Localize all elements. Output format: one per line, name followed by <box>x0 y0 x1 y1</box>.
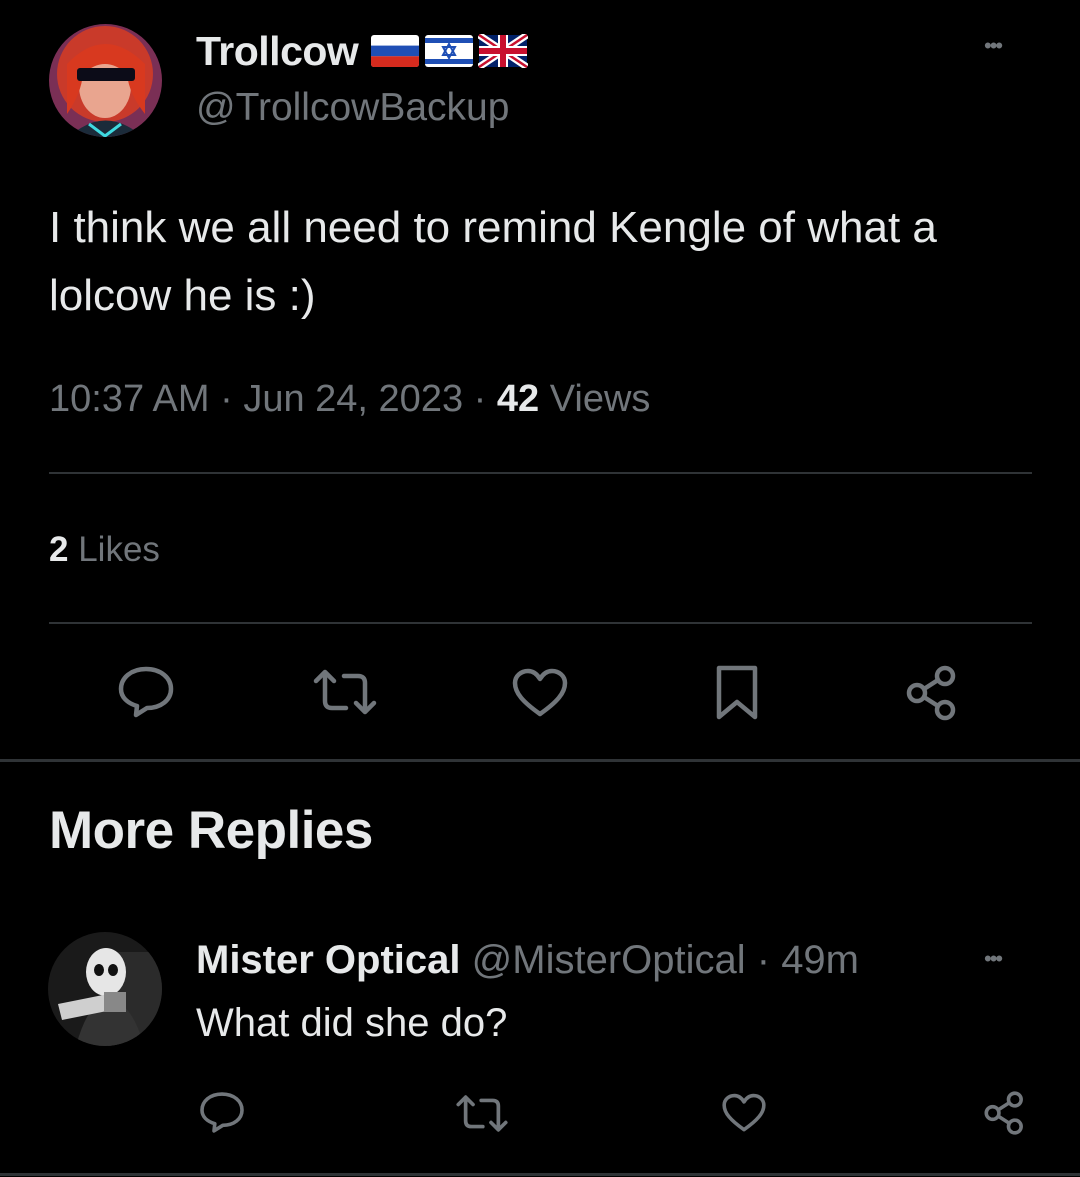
section-title: More Replies <box>49 801 373 860</box>
retweet-icon[interactable] <box>312 667 378 717</box>
tweet-meta: 10:37 AM · Jun 24, 2023 · 42 Views <box>49 378 651 420</box>
israel-flag-icon <box>424 34 474 68</box>
likes-label: Likes <box>78 530 160 569</box>
reply-more-options-icon[interactable]: ••• <box>984 946 1003 972</box>
reply-author-handle[interactable]: @MisterOptical <box>472 938 746 982</box>
reply-author-name[interactable]: Mister Optical <box>196 938 461 982</box>
share-icon[interactable] <box>904 664 960 722</box>
reply-header: Mister Optical @MisterOptical · 49m <box>196 938 859 982</box>
reply-author-avatar[interactable] <box>48 932 162 1046</box>
divider <box>49 622 1032 624</box>
like-icon[interactable] <box>511 667 569 719</box>
reply-like-icon[interactable] <box>721 1092 767 1134</box>
reply-share-icon[interactable] <box>982 1090 1027 1136</box>
more-options-icon[interactable]: ••• <box>984 33 1003 59</box>
reply-retweet-icon[interactable] <box>455 1093 509 1134</box>
reply-icon[interactable] <box>116 664 176 720</box>
reply-reply-icon[interactable] <box>198 1090 246 1135</box>
author-avatar[interactable] <box>49 24 162 137</box>
tweet-date[interactable]: Jun 24, 2023 <box>243 378 463 420</box>
author-name-row: Trollcow <box>196 26 530 76</box>
likes-count: 2 <box>49 530 69 569</box>
likes-stat[interactable]: 2 Likes <box>49 528 160 572</box>
russia-flag-icon <box>370 34 420 68</box>
divider <box>0 1173 1080 1176</box>
views-label: Views <box>549 378 651 420</box>
divider <box>0 759 1080 762</box>
author-handle[interactable]: @TrollcowBackup <box>196 84 509 132</box>
uk-flag-icon <box>477 32 530 70</box>
author-name[interactable]: Trollcow <box>196 28 359 75</box>
reply-text: What did she do? <box>196 1001 508 1045</box>
divider <box>49 472 1032 474</box>
bookmark-icon[interactable] <box>714 664 760 722</box>
tweet-text: I think we all need to remind Kengle of … <box>49 203 937 320</box>
reply-time[interactable]: 49m <box>781 938 859 982</box>
tweet-time[interactable]: 10:37 AM <box>49 378 210 420</box>
views-count: 42 <box>496 378 540 420</box>
